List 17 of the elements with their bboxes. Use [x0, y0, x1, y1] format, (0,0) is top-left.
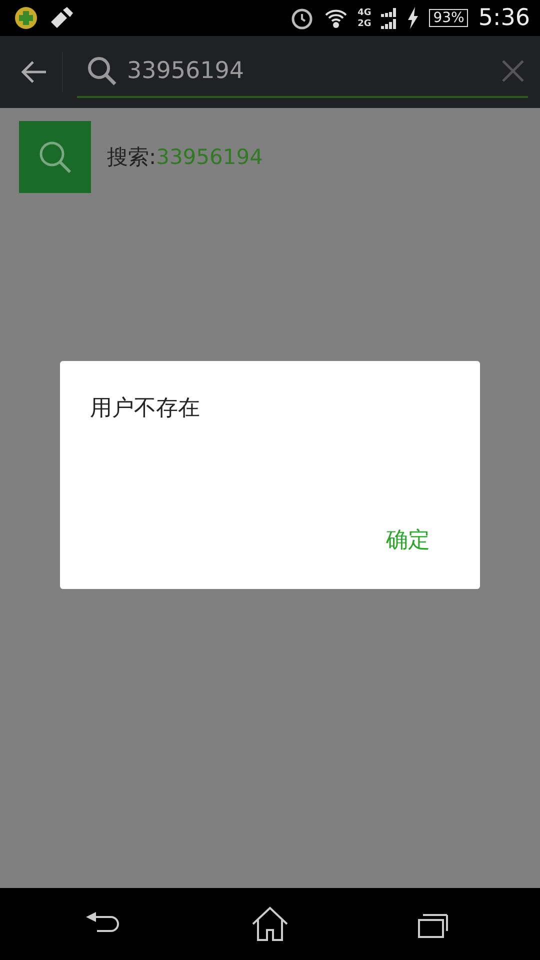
dialog-message: 用户不存在 — [90, 395, 201, 423]
back-arrow-icon[interactable] — [20, 60, 48, 84]
wifi-icon — [324, 7, 348, 29]
network-label: 2G — [358, 18, 372, 28]
search-result-thumbnail[interactable] — [19, 121, 91, 193]
battery-level: 93% — [429, 9, 468, 27]
search-icon — [37, 139, 73, 175]
network-label: 4G — [358, 8, 372, 18]
home-icon[interactable] — [250, 906, 290, 942]
signal-icon — [381, 7, 398, 29]
clock-time: 5:36 — [478, 5, 530, 31]
search-icon — [87, 56, 117, 86]
app-icon — [14, 6, 38, 30]
alarm-icon — [290, 6, 314, 30]
confirm-button[interactable]: 确定 — [366, 521, 450, 559]
charging-icon — [407, 7, 420, 29]
search-result-text[interactable]: 搜索:33956194 — [107, 143, 263, 171]
